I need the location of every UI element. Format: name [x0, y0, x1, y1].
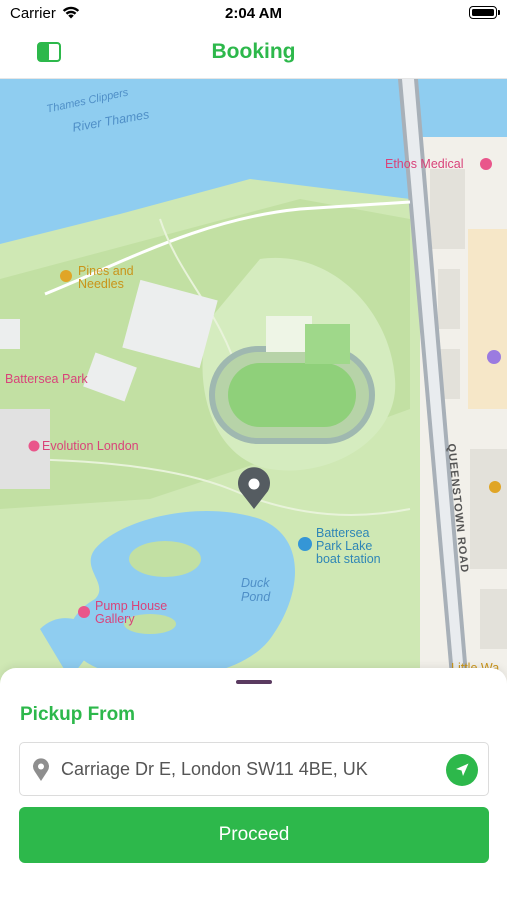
label-evolution-london: Evolution London: [42, 439, 139, 453]
pickup-from-label: Pickup From: [20, 704, 136, 725]
pickup-sheet: Pickup From Proceed: [0, 668, 507, 900]
navigation-arrow-icon: [456, 763, 469, 776]
map-canvas: [0, 79, 507, 699]
battery-icon: [469, 6, 500, 19]
pickup-address-input[interactable]: [61, 743, 441, 795]
navigation-bar: Booking: [0, 28, 507, 79]
label-pines-needles-line2: Needles: [78, 277, 124, 291]
label-battersea-park: Battersea Park: [5, 372, 88, 386]
label-boat-station-line3: boat station: [316, 552, 381, 566]
page-title: Booking: [211, 40, 296, 63]
label-ethos-medical: Ethos Medical: [385, 157, 464, 171]
pickup-address-field[interactable]: [19, 742, 489, 796]
label-pump-house-line2: Gallery: [95, 612, 135, 626]
location-pin-icon: [33, 758, 49, 781]
current-location-button[interactable]: [446, 754, 478, 786]
sheet-drag-handle[interactable]: [236, 680, 272, 684]
map-view[interactable]: Thames Clippers River Thames Ethos Medic…: [0, 79, 507, 699]
status-bar: Carrier 2:04 AM: [0, 0, 507, 28]
proceed-button[interactable]: Proceed: [19, 807, 489, 863]
label-duck-pond-line1: Duck: [241, 576, 270, 590]
clock: 2:04 AM: [225, 5, 282, 22]
label-duck-pond-line2: Pond: [241, 590, 271, 604]
